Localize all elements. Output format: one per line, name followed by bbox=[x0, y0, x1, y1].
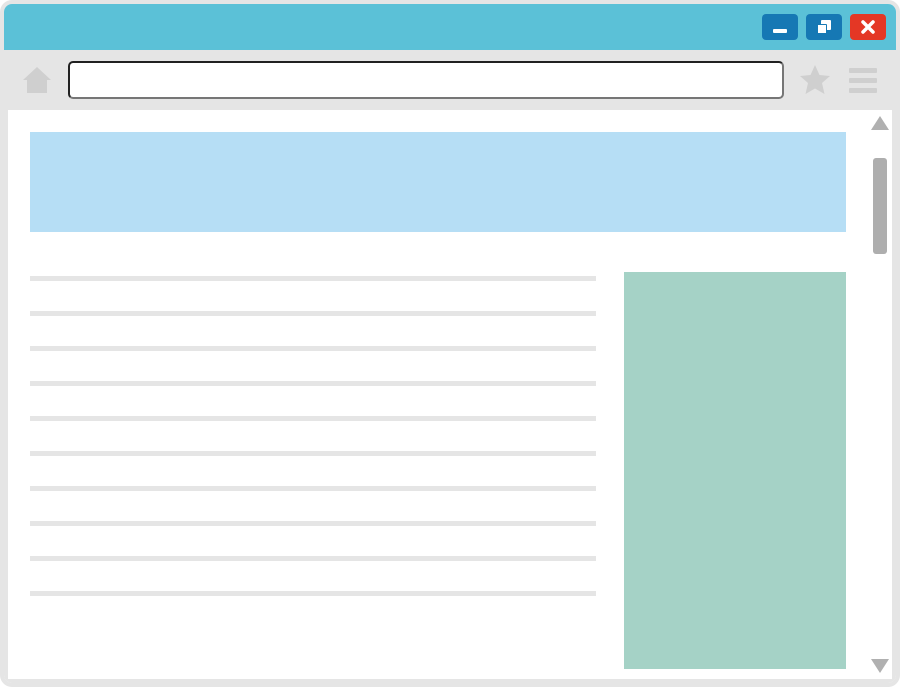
url-input[interactable] bbox=[68, 61, 784, 99]
text-line bbox=[30, 591, 596, 596]
toolbar bbox=[4, 50, 896, 110]
text-line bbox=[30, 311, 596, 316]
text-line bbox=[30, 556, 596, 561]
minimize-icon bbox=[771, 18, 789, 36]
text-lines bbox=[30, 272, 596, 669]
minimize-button[interactable] bbox=[762, 14, 798, 40]
text-line bbox=[30, 381, 596, 386]
scroll-down-icon[interactable] bbox=[871, 659, 889, 673]
hamburger-icon bbox=[849, 68, 877, 93]
home-icon bbox=[20, 63, 54, 97]
close-icon bbox=[859, 18, 877, 36]
text-line bbox=[30, 416, 596, 421]
home-button[interactable] bbox=[20, 63, 54, 97]
scroll-thumb[interactable] bbox=[873, 158, 887, 254]
scroll-up-icon[interactable] bbox=[871, 116, 889, 130]
titlebar bbox=[4, 4, 896, 50]
menu-button[interactable] bbox=[846, 63, 880, 97]
restore-icon bbox=[815, 18, 833, 36]
page-content bbox=[8, 110, 868, 679]
close-button[interactable] bbox=[850, 14, 886, 40]
text-line bbox=[30, 276, 596, 281]
text-line bbox=[30, 451, 596, 456]
sidebar-panel bbox=[624, 272, 846, 669]
vertical-scrollbar[interactable] bbox=[868, 110, 892, 679]
hero-banner bbox=[30, 132, 846, 232]
main-row bbox=[30, 272, 846, 669]
text-line bbox=[30, 346, 596, 351]
body-area bbox=[4, 110, 896, 683]
text-line bbox=[30, 486, 596, 491]
browser-window bbox=[0, 0, 900, 687]
text-line bbox=[30, 521, 596, 526]
favorite-button[interactable] bbox=[798, 63, 832, 97]
restore-button[interactable] bbox=[806, 14, 842, 40]
star-icon bbox=[798, 63, 832, 97]
